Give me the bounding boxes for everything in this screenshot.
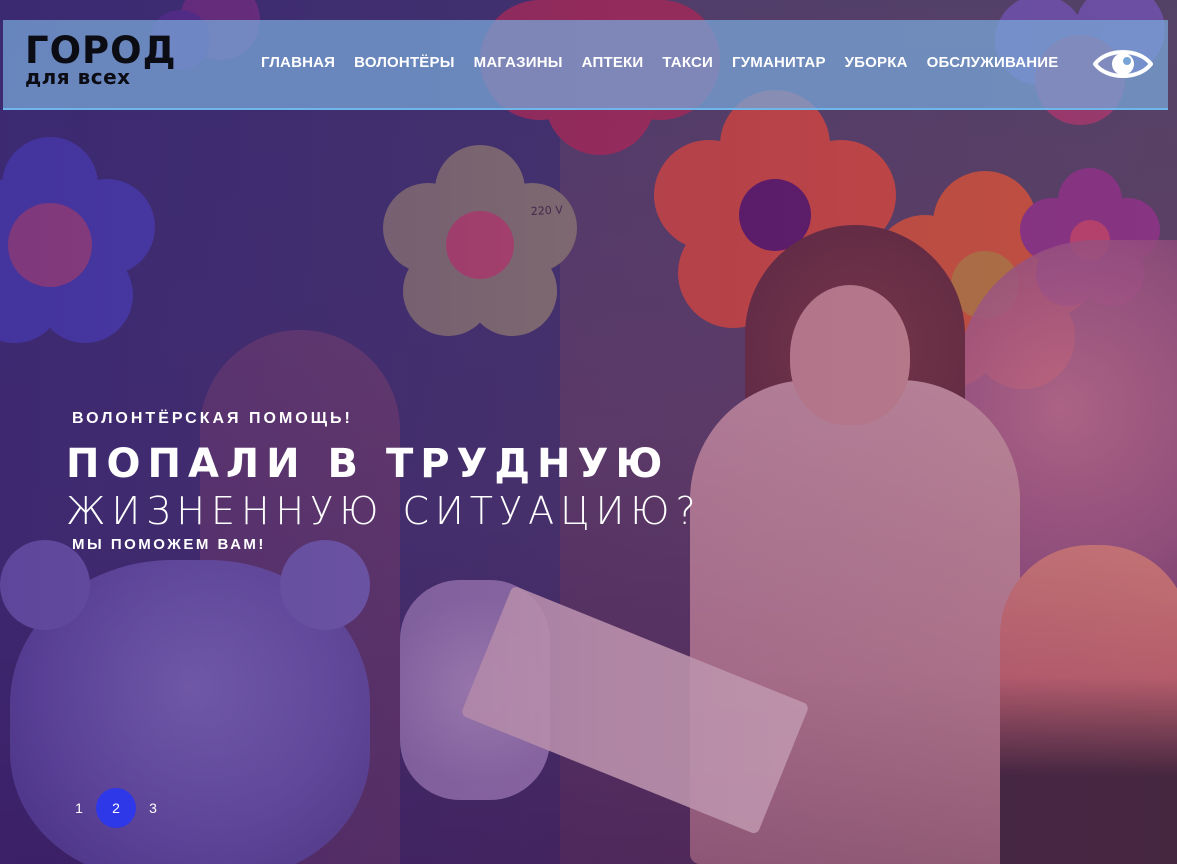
site-header: ГОРОД для всех ГЛАВНАЯ ВОЛОНТЁРЫ МАГАЗИН… xyxy=(3,20,1168,110)
slide-dot-3[interactable]: 3 xyxy=(140,788,166,828)
nav-item-shops[interactable]: МАГАЗИНЫ xyxy=(474,54,563,71)
nav-item-pharmacies[interactable]: АПТЕКИ xyxy=(582,54,644,71)
hero-subline: МЫ ПОМОЖЕМ ВАМ! xyxy=(72,536,266,553)
nav-item-volunteers[interactable]: ВОЛОНТЁРЫ xyxy=(354,54,454,71)
slider-pagination: 1 2 3 xyxy=(66,788,166,828)
slide-dot-1[interactable]: 1 xyxy=(66,788,92,828)
main-nav: ГЛАВНАЯ ВОЛОНТЁРЫ МАГАЗИНЫ АПТЕКИ ТАКСИ … xyxy=(261,54,1077,71)
eye-icon[interactable] xyxy=(1092,44,1154,84)
nav-item-service[interactable]: ОБСЛУЖИВАНИЕ xyxy=(927,54,1059,71)
hero-headline-line-1: ПОПАЛИ В ТРУДНУЮ xyxy=(66,441,670,487)
nav-item-taxi[interactable]: ТАКСИ xyxy=(662,54,713,71)
site-logo[interactable]: ГОРОД для всех xyxy=(25,32,177,87)
nav-item-cleaning[interactable]: УБОРКА xyxy=(845,54,908,71)
hero-background: 220 V xyxy=(0,0,1177,864)
logo-title: ГОРОД xyxy=(25,29,177,72)
slide-dot-2[interactable]: 2 xyxy=(96,788,136,828)
hero-headline-line-2: ЖИЗНЕННУЮ СИТУАЦИЮ? xyxy=(66,489,702,533)
nav-item-home[interactable]: ГЛАВНАЯ xyxy=(261,54,335,71)
nav-item-humanitarian[interactable]: ГУМАНИТАР xyxy=(732,54,826,71)
hero-eyebrow: ВОЛОНТЁРСКАЯ ПОМОЩЬ! xyxy=(72,410,353,427)
hero-overlay xyxy=(0,0,1177,864)
